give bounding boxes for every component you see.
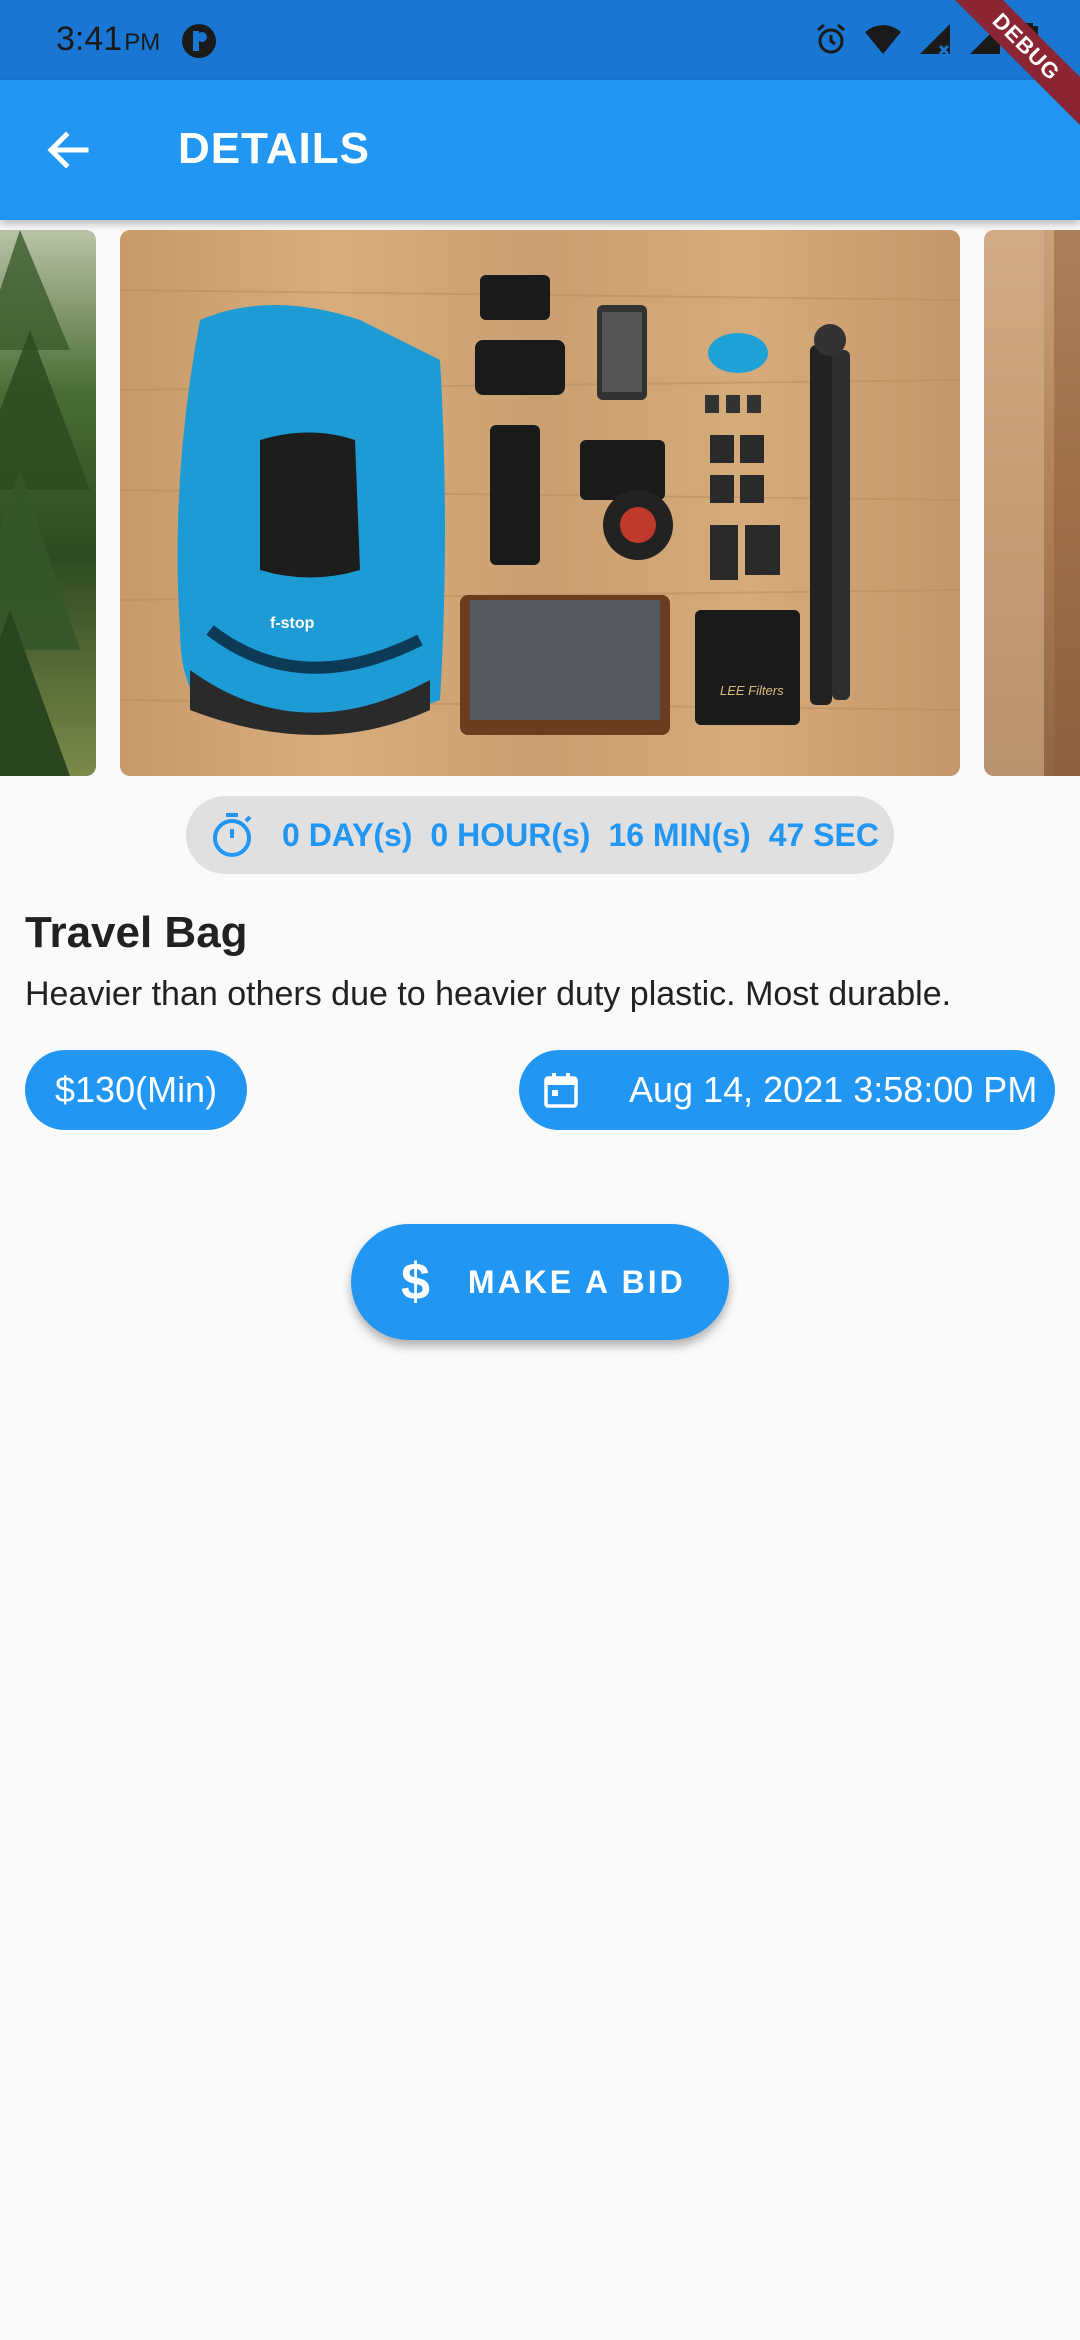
pine-tree-image bbox=[0, 230, 90, 776]
timer-seconds: 47 SEC bbox=[768, 816, 879, 853]
item-title: Travel Bag bbox=[25, 908, 248, 957]
blurred-wood-image bbox=[984, 230, 1080, 776]
status-bar: 3:41PM bbox=[0, 0, 1080, 80]
item-description: Heavier than others due to heavier duty … bbox=[25, 975, 952, 1013]
make-a-bid-button[interactable]: $ MAKE A BID bbox=[351, 1224, 729, 1340]
arrow-back-icon bbox=[47, 131, 89, 169]
countdown-timer: 0 DAY(s) 0 HOUR(s) 16 MIN(s) 47 SEC bbox=[186, 796, 894, 874]
timer-days: 0 DAY(s) bbox=[282, 816, 413, 853]
alarm-icon bbox=[817, 23, 845, 54]
wifi-icon bbox=[865, 25, 901, 54]
back-button[interactable] bbox=[30, 112, 106, 188]
min-price-chip: $130(Min) bbox=[25, 1050, 248, 1130]
timer-hours: 0 HOUR(s) bbox=[430, 816, 591, 853]
app-bar: DETAILS bbox=[0, 80, 1080, 220]
min-price-value: $130(Min) bbox=[55, 1069, 218, 1110]
svg-text:f-stop: f-stop bbox=[270, 615, 315, 632]
signal-icon bbox=[920, 24, 950, 56]
dollar-icon: $ bbox=[401, 1253, 430, 1311]
timer-values: 0 DAY(s) 0 HOUR(s) 16 MIN(s) 47 SEC bbox=[282, 817, 879, 854]
make-a-bid-label: MAKE A BID bbox=[467, 1263, 686, 1300]
end-date-value: Aug 14, 2021 3:58:00 PM bbox=[629, 1069, 1038, 1110]
stopwatch-icon bbox=[213, 813, 252, 857]
travel-bag-gear-image: f-stop LEE Filters bbox=[120, 275, 960, 735]
calendar-icon bbox=[544, 1073, 578, 1108]
image-carousel[interactable]: f-stop LEE Filters bbox=[0, 230, 1080, 776]
carousel-image-next[interactable] bbox=[984, 230, 1080, 776]
status-time: 3:41PM bbox=[56, 20, 160, 59]
carousel-image-prev[interactable] bbox=[0, 230, 96, 776]
timer-minutes: 16 MIN(s) bbox=[608, 816, 751, 853]
page-title: DETAILS bbox=[178, 124, 370, 173]
carousel-image-active[interactable]: f-stop LEE Filters bbox=[120, 230, 960, 776]
status-time-value: 3:41 bbox=[56, 20, 123, 58]
end-date-chip: Aug 14, 2021 3:58:00 PM bbox=[519, 1050, 1055, 1130]
svg-text:LEE Filters: LEE Filters bbox=[720, 683, 784, 698]
app-icon bbox=[182, 24, 216, 58]
status-time-ampm: PM bbox=[124, 29, 161, 56]
